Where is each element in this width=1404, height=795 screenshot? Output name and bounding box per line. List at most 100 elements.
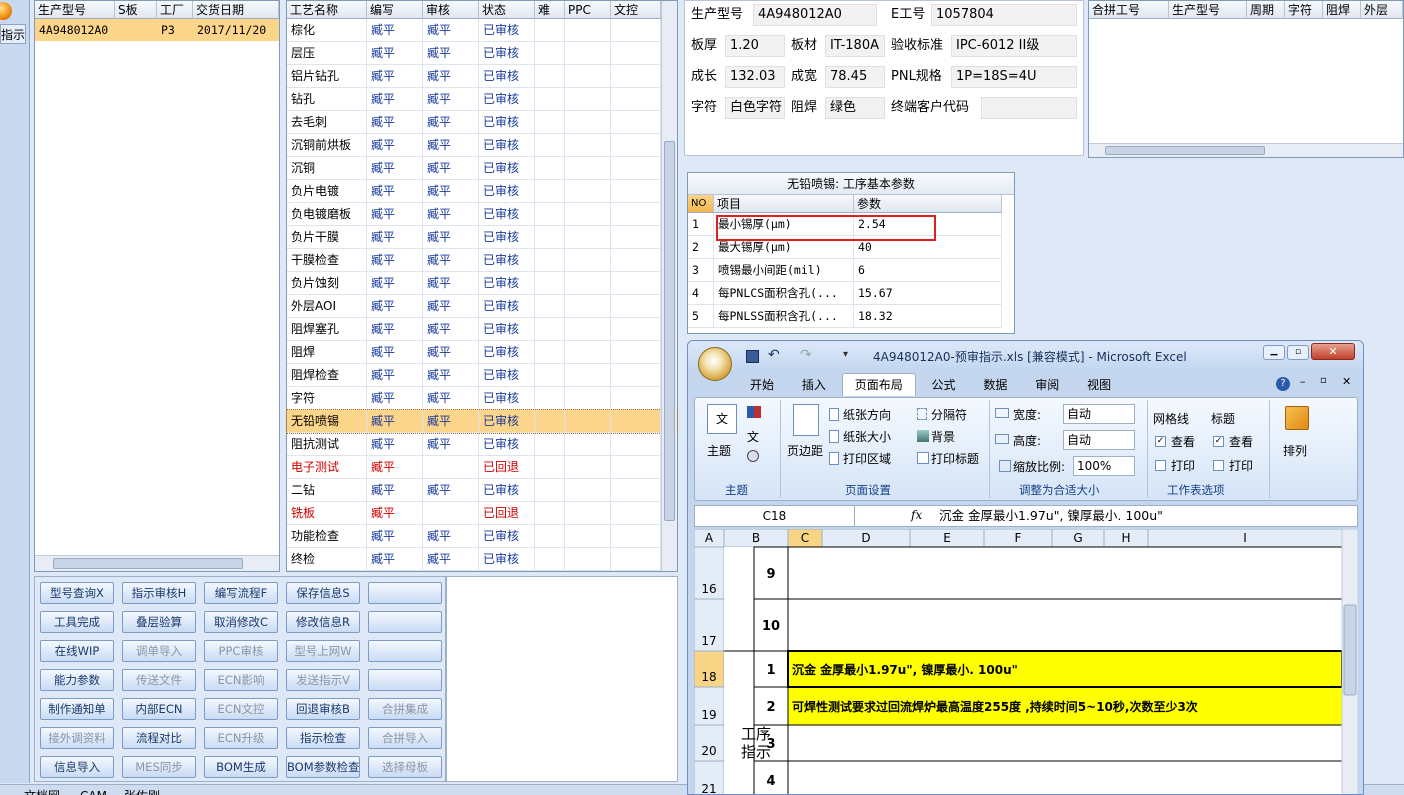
col-header[interactable]: 合拼工号 (1089, 1, 1169, 19)
action-button[interactable]: 型号上网W (286, 640, 360, 662)
left-tab-label[interactable]: 指示 (0, 24, 26, 44)
col-header[interactable]: 字符 (1285, 1, 1323, 19)
table-row[interactable]: 4 每PNLCS面积含孔(... 15.67 (688, 282, 1014, 305)
redo-icon[interactable]: ↷ (800, 347, 812, 363)
action-button[interactable]: BOM生成 (204, 756, 278, 778)
col-header[interactable]: 项目 (714, 195, 854, 213)
tab-home[interactable]: 开始 (738, 374, 786, 396)
print-titles-icon[interactable] (917, 452, 929, 464)
action-button[interactable]: 回退审核B (286, 698, 360, 720)
fonts-icon[interactable]: 文 (747, 428, 759, 445)
size-icon[interactable] (829, 430, 839, 443)
undo-icon[interactable]: ↶ (768, 347, 780, 363)
action-button[interactable]: 流程对比 (122, 727, 196, 749)
action-button[interactable] (368, 611, 442, 633)
action-button[interactable]: ECN文控 (204, 698, 278, 720)
action-button[interactable]: ECN影响 (204, 669, 278, 691)
table-row[interactable]: 终检 臧平 臧平 已审核 (287, 548, 677, 571)
breaks-button[interactable]: 分隔符 (931, 406, 967, 423)
name-box[interactable]: C18 (695, 506, 855, 526)
pnl-field[interactable]: 1P=18S=4U (951, 66, 1077, 88)
action-button[interactable]: 型号查询X (40, 582, 114, 604)
cell-c[interactable] (787, 546, 1343, 600)
action-button[interactable]: 内部ECN (122, 698, 196, 720)
table-row[interactable]: 负片蚀刻 臧平 臧平 已审核 (287, 272, 677, 295)
background-icon[interactable] (917, 430, 929, 442)
fx-icon[interactable]: fx (911, 508, 922, 522)
table-row[interactable]: 沉铜 臧平 臧平 已审核 (287, 157, 677, 180)
tab-insert[interactable]: 插入 (790, 374, 838, 396)
action-button[interactable]: PPC审核 (204, 640, 278, 662)
margins-icon[interactable] (793, 404, 819, 436)
tab-page-layout[interactable]: 页面布局 (841, 373, 916, 396)
gridlines-print-checkbox[interactable] (1155, 460, 1166, 471)
standard-field[interactable]: IPC-6012 II级 (951, 35, 1077, 57)
action-button[interactable]: MES同步 (122, 756, 196, 778)
print-titles-button[interactable]: 打印标题 (931, 450, 979, 467)
col-header[interactable]: 文控 (611, 1, 661, 19)
action-button[interactable]: 信息导入 (40, 756, 114, 778)
action-button[interactable]: 调单导入 (122, 640, 196, 662)
bottom-tab[interactable]: 文档网 (24, 785, 60, 795)
action-button[interactable]: 合拼集成 (368, 698, 442, 720)
table-row[interactable]: 负片电镀 臧平 臧平 已审核 (287, 180, 677, 203)
col-header[interactable]: 工艺名称 (287, 1, 367, 19)
action-button[interactable]: 工具完成 (40, 611, 114, 633)
table-row[interactable]: 铣板 臧平 已回退 (287, 502, 677, 525)
orientation-icon[interactable] (829, 408, 839, 421)
cell-c[interactable] (787, 598, 1343, 652)
action-button[interactable]: 传送文件 (122, 669, 196, 691)
action-button[interactable]: 能力参数 (40, 669, 114, 691)
action-button[interactable]: 接外调资料 (40, 727, 114, 749)
col-header[interactable]: 工厂 (157, 1, 193, 19)
v-scrollbar[interactable] (661, 1, 677, 571)
scale-input[interactable]: 100% (1073, 456, 1135, 476)
bottom-tab[interactable]: CAM (80, 785, 107, 795)
char-field[interactable]: 白色字符 (725, 97, 785, 119)
table-row[interactable]: 电子测试 臧平 已回退 (287, 456, 677, 479)
tab-view[interactable]: 视图 (1075, 374, 1123, 396)
action-button[interactable]: 在线WIP (40, 640, 114, 662)
col-header[interactable]: 生产型号 (35, 1, 115, 19)
cell-c[interactable] (787, 760, 1343, 795)
bottom-tab[interactable]: 张佐刚 (124, 785, 160, 795)
cell-c[interactable] (787, 724, 1343, 762)
col-header[interactable]: 生产型号 (1169, 1, 1247, 19)
col-header[interactable]: 交货日期 (193, 1, 279, 19)
themes-icon[interactable]: 文 (707, 404, 737, 434)
maximize-icon[interactable]: ▫ (1287, 345, 1309, 360)
ribbon-restore-icon[interactable]: ▫ (1320, 375, 1327, 386)
action-button[interactable]: ECN升级 (204, 727, 278, 749)
headings-print-checkbox[interactable] (1213, 460, 1224, 471)
effects-icon[interactable] (747, 450, 759, 462)
action-button[interactable] (368, 669, 442, 691)
orientation-button[interactable]: 纸张方向 (843, 406, 891, 423)
margins-button-label[interactable]: 页边距 (787, 442, 823, 459)
height-select[interactable]: 自动 (1063, 430, 1135, 450)
table-row[interactable]: 负电镀磨板 臧平 臧平 已审核 (287, 203, 677, 226)
table-row[interactable]: 5 每PNLSS面积含孔(... 18.32 (688, 305, 1014, 328)
table-row[interactable]: 干膜检查 臧平 臧平 已审核 (287, 249, 677, 272)
action-button[interactable] (368, 640, 442, 662)
tab-review[interactable]: 审阅 (1023, 374, 1071, 396)
h-scrollbar[interactable] (1089, 143, 1403, 157)
background-button[interactable]: 背景 (931, 428, 955, 445)
action-button[interactable]: 取消修改C (204, 611, 278, 633)
table-row[interactable]: 二钻 臧平 臧平 已审核 (287, 479, 677, 502)
model-field[interactable]: 4A948012A0 (753, 4, 877, 26)
ribbon-minimize-icon[interactable]: – (1300, 375, 1306, 388)
arrange-icon[interactable] (1285, 406, 1309, 430)
table-row[interactable]: 阻焊塞孔 臧平 臧平 已审核 (287, 318, 677, 341)
arrange-button[interactable]: 排列 (1283, 442, 1307, 459)
orb-icon[interactable] (0, 2, 12, 20)
ribbon-close-icon[interactable]: ✕ (1342, 375, 1351, 388)
headings-view-checkbox[interactable]: ✓ (1213, 436, 1224, 447)
len-field[interactable]: 132.03 (725, 66, 785, 88)
save-icon[interactable] (746, 350, 759, 363)
gridlines-view-checkbox[interactable]: ✓ (1155, 436, 1166, 447)
col-header[interactable]: 状态 (479, 1, 535, 19)
table-row[interactable]: 功能检查 臧平 臧平 已审核 (287, 525, 677, 548)
table-row[interactable]: 铝片钻孔 臧平 臧平 已审核 (287, 65, 677, 88)
action-button[interactable]: 发送指示V (286, 669, 360, 691)
minimize-icon[interactable]: ▁ (1263, 345, 1285, 360)
